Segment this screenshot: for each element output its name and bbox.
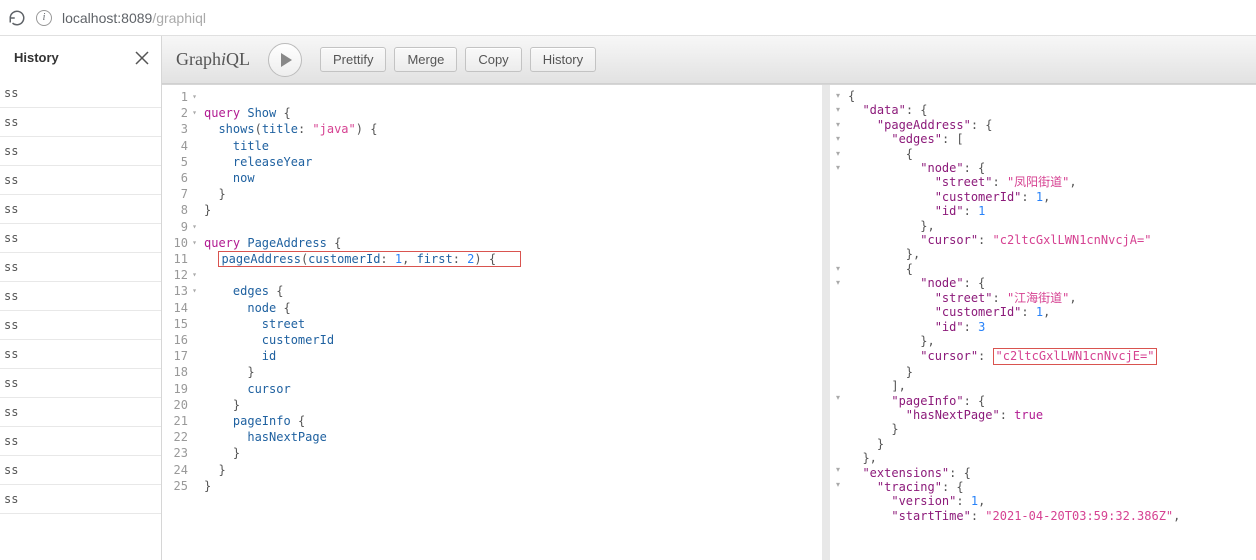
query-editor[interactable]: 1234567891011121314151617181920212223242… <box>162 85 830 560</box>
close-icon[interactable] <box>135 51 149 65</box>
history-item[interactable]: ss <box>0 137 161 166</box>
info-icon: i <box>36 10 52 26</box>
prettify-button[interactable]: Prettify <box>320 47 386 72</box>
history-item[interactable]: ss <box>0 485 161 514</box>
result-gutter: ▾▾▾▾▾▾▾▾▾▾▾ <box>830 85 846 560</box>
history-item[interactable]: ss <box>0 195 161 224</box>
history-item[interactable]: ss <box>0 253 161 282</box>
history-item[interactable]: ss <box>0 369 161 398</box>
history-item[interactable]: ss <box>0 398 161 427</box>
history-item[interactable]: ss <box>0 456 161 485</box>
history-panel: History ssssssssssssssssssssssssssssss <box>0 36 162 560</box>
browser-bar: i localhost:8089/graphiql <box>0 0 1256 36</box>
history-item[interactable]: ss <box>0 427 161 456</box>
history-list: ssssssssssssssssssssssssssssss <box>0 79 161 514</box>
history-item[interactable]: ss <box>0 166 161 195</box>
history-item[interactable]: ss <box>0 108 161 137</box>
history-title: History <box>14 50 59 65</box>
toolbar: GraphiQL Prettify Merge Copy History <box>162 36 1256 84</box>
query-code[interactable]: query Show { shows(title: "java") { titl… <box>194 85 822 560</box>
graphiql-logo: GraphiQL <box>176 49 250 70</box>
copy-button[interactable]: Copy <box>465 47 521 72</box>
highlighted-cursor: "c2ltcGxlLWN1cnNvcjE=" <box>993 348 1158 364</box>
highlighted-query-line: pageAddress(customerId: 1, first: 2) { <box>218 251 520 267</box>
play-icon <box>281 53 292 67</box>
result-json: { "data": { "pageAddress": { "edges": [ … <box>846 85 1256 560</box>
line-gutter: 1234567891011121314151617181920212223242… <box>162 85 194 560</box>
result-viewer: ▾▾▾▾▾▾▾▾▾▾▾ { "data": { "pageAddress": {… <box>830 85 1256 560</box>
history-button[interactable]: History <box>530 47 596 72</box>
history-item[interactable]: ss <box>0 282 161 311</box>
execute-button[interactable] <box>268 43 302 77</box>
reload-icon[interactable] <box>8 9 26 27</box>
history-item[interactable]: ss <box>0 79 161 108</box>
history-item[interactable]: ss <box>0 340 161 369</box>
url-display: localhost:8089/graphiql <box>62 10 206 26</box>
history-item[interactable]: ss <box>0 311 161 340</box>
merge-button[interactable]: Merge <box>394 47 457 72</box>
history-item[interactable]: ss <box>0 224 161 253</box>
